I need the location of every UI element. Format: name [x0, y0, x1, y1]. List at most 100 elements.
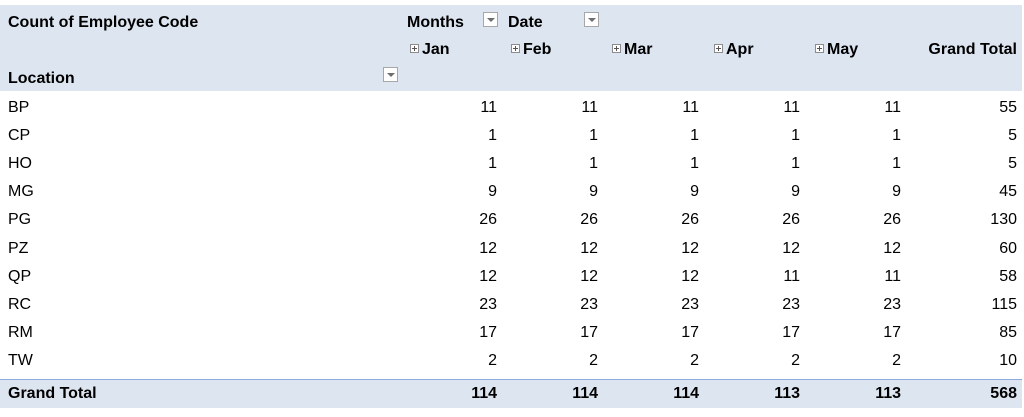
cell-apr: 1: [791, 155, 800, 173]
table-row: MG 9 9 9 9 9 45: [0, 182, 1022, 203]
table-row: PZ 12 12 12 12 12 60: [0, 239, 1022, 260]
cell-jan: 23: [479, 295, 497, 313]
cell-row-total: 115: [991, 295, 1017, 313]
expand-icon[interactable]: [815, 44, 824, 53]
cell-row-total: 45: [999, 183, 1017, 201]
cell-jan: 1: [488, 127, 497, 145]
cell-apr: 26: [782, 211, 800, 229]
cell-feb: 11: [581, 99, 598, 116]
cell-jan: 2: [488, 351, 497, 369]
table-row: HO 1 1 1 1 1 5: [0, 154, 1022, 175]
cell-may: 23: [883, 295, 901, 313]
cell-feb: 26: [580, 211, 598, 229]
cell-feb: 12: [580, 239, 598, 257]
cell-mar: 23: [681, 295, 699, 313]
cell-row-total: 5: [1008, 127, 1017, 145]
cell-feb: 9: [589, 183, 598, 201]
row-label: BP: [8, 99, 30, 116]
cell-row-total: 60: [999, 239, 1017, 257]
months-filter-dropdown[interactable]: [483, 12, 498, 27]
row-field-location: Location: [8, 70, 75, 87]
row-label: CP: [8, 127, 31, 145]
table-row: QP 12 12 12 11 11 58: [0, 267, 1022, 288]
cell-may: 26: [883, 211, 901, 229]
column-field-months: Months: [407, 14, 464, 31]
row-label: QP: [8, 267, 32, 285]
cell-apr: 9: [791, 183, 800, 201]
grand-total-label: Grand Total: [8, 385, 97, 402]
cell-mar: 2: [690, 351, 699, 369]
cell-feb: 1: [589, 155, 598, 173]
grand-total-may: 113: [875, 385, 901, 402]
cell-may: 2: [892, 351, 901, 369]
cell-mar: 17: [681, 323, 699, 341]
cell-row-total: 85: [999, 323, 1017, 341]
cell-apr: 17: [782, 323, 800, 341]
column-field-date: Date: [508, 14, 543, 31]
cell-may: 11: [884, 267, 901, 285]
expand-icon[interactable]: [612, 44, 621, 53]
cell-feb: 17: [580, 323, 598, 341]
cell-feb: 23: [580, 295, 598, 313]
cell-feb: 1: [589, 127, 598, 145]
expand-icon[interactable]: [714, 44, 723, 53]
grand-total-feb: 114: [572, 385, 598, 402]
expand-icon[interactable]: [410, 44, 419, 53]
cell-apr: 2: [791, 351, 800, 369]
grand-total-all: 568: [990, 385, 1017, 402]
col-header-mar[interactable]: Mar: [612, 40, 652, 60]
cell-apr: 12: [782, 239, 800, 257]
col-header-grand-total: Grand Total: [928, 41, 1017, 58]
grand-total-jan: 114: [471, 385, 497, 402]
col-header-apr[interactable]: Apr: [714, 40, 754, 60]
cell-jan: 17: [479, 323, 497, 341]
expand-icon[interactable]: [511, 44, 520, 53]
col-header-feb[interactable]: Feb: [511, 40, 551, 60]
table-row: BP 11 11 11 11 11 55: [0, 98, 1022, 119]
row-label: RM: [8, 323, 33, 341]
cell-may: 1: [892, 127, 901, 145]
cell-mar: 11: [682, 99, 699, 116]
cell-jan: 26: [479, 211, 497, 229]
row-label: TW: [8, 351, 33, 369]
cell-feb: 12: [580, 267, 598, 285]
cell-row-total: 10: [999, 351, 1017, 369]
cell-row-total: 5: [1008, 155, 1017, 173]
table-row: TW 2 2 2 2 2 10: [0, 351, 1022, 372]
cell-mar: 9: [690, 183, 699, 201]
cell-feb: 2: [589, 351, 598, 369]
cell-mar: 26: [681, 211, 699, 229]
table-row: CP 1 1 1 1 1 5: [0, 126, 1022, 147]
cell-jan: 12: [479, 239, 497, 257]
row-label: RC: [8, 295, 32, 313]
cell-apr: 1: [791, 127, 800, 145]
cell-mar: 1: [690, 127, 699, 145]
row-label: HO: [8, 155, 32, 173]
cell-mar: 1: [690, 155, 699, 173]
cell-jan: 1: [488, 155, 497, 173]
grand-total-apr: 113: [774, 385, 800, 402]
cell-may: 9: [892, 183, 901, 201]
cell-row-total: 130: [990, 211, 1017, 229]
cell-may: 11: [884, 99, 901, 116]
cell-mar: 12: [681, 267, 699, 285]
table-row: RM 17 17 17 17 17 85: [0, 323, 1022, 344]
grand-total-mar: 114: [673, 385, 699, 402]
value-field-label: Count of Employee Code: [8, 14, 199, 31]
cell-may: 1: [892, 155, 901, 173]
col-header-jan[interactable]: Jan: [410, 40, 450, 60]
col-header-may[interactable]: May: [815, 40, 858, 60]
cell-apr: 11: [783, 267, 800, 285]
cell-may: 12: [883, 239, 901, 257]
table-row: RC 23 23 23 23 23 115: [0, 295, 1022, 316]
date-filter-dropdown[interactable]: [584, 12, 599, 27]
table-row: PG 26 26 26 26 26 130: [0, 210, 1022, 231]
cell-may: 17: [883, 323, 901, 341]
location-filter-dropdown[interactable]: [383, 67, 398, 82]
cell-row-total: 58: [999, 267, 1017, 285]
cell-apr: 11: [783, 99, 800, 116]
cell-row-total: 55: [999, 99, 1017, 116]
cell-jan: 12: [479, 267, 497, 285]
cell-jan: 11: [480, 99, 497, 116]
grand-total-row: Grand Total 114 114 114 113 113 568: [0, 379, 1022, 408]
